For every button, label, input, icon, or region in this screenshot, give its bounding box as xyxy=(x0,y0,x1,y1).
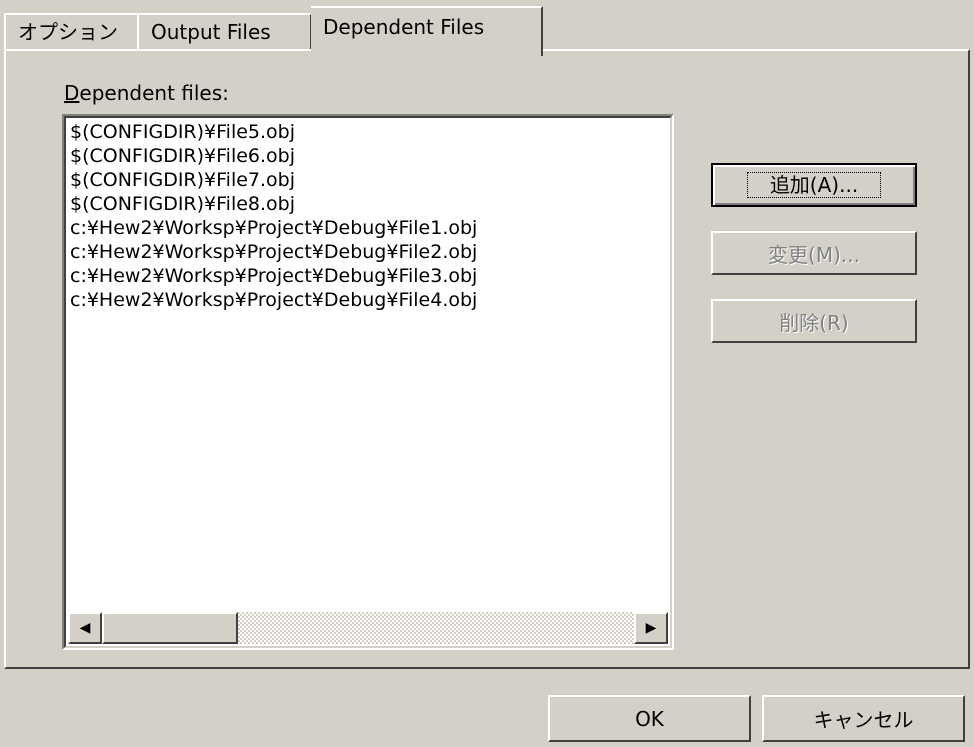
scroll-thumb[interactable] xyxy=(102,612,238,644)
dependent-files-label-text: ependent files: xyxy=(79,81,229,105)
add-button[interactable]: 追加(A)... xyxy=(711,163,917,207)
list-item[interactable]: c:¥Hew2¥Worksp¥Project¥Debug¥File2.obj xyxy=(68,240,670,264)
cancel-button[interactable]: キャンセル xyxy=(762,695,965,742)
list-item[interactable]: c:¥Hew2¥Worksp¥Project¥Debug¥File4.obj xyxy=(68,288,670,312)
dependent-files-listbox[interactable]: $(CONFIGDIR)¥File5.obj $(CONFIGDIR)¥File… xyxy=(62,114,674,650)
change-button[interactable]: 変更(M)... xyxy=(711,231,917,275)
dependent-files-panel: Dependent files: $(CONFIGDIR)¥File5.obj … xyxy=(4,49,970,669)
list-item[interactable]: $(CONFIGDIR)¥File8.obj xyxy=(68,192,670,216)
horizontal-scrollbar[interactable]: ◀ ▶ xyxy=(68,612,668,644)
list-item[interactable]: c:¥Hew2¥Worksp¥Project¥Debug¥File1.obj xyxy=(68,216,670,240)
ok-button-label: OK xyxy=(635,706,664,731)
file-list: $(CONFIGDIR)¥File5.obj $(CONFIGDIR)¥File… xyxy=(68,120,670,312)
tab-output-files-label: Output Files xyxy=(151,20,271,44)
list-item[interactable]: $(CONFIGDIR)¥File5.obj xyxy=(68,120,670,144)
tab-options[interactable]: オプション xyxy=(4,13,139,51)
dependent-files-label: Dependent files: xyxy=(64,81,229,105)
listbox-frame: $(CONFIGDIR)¥File5.obj $(CONFIGDIR)¥File… xyxy=(64,116,672,648)
tab-dependent-files[interactable]: Dependent Files xyxy=(311,6,543,56)
tab-output-files[interactable]: Output Files xyxy=(137,13,312,51)
scroll-right-button[interactable]: ▶ xyxy=(634,612,668,644)
scroll-left-button[interactable]: ◀ xyxy=(68,612,102,644)
change-button-label: 変更(M)... xyxy=(768,242,860,267)
delete-button-label: 削除(R) xyxy=(779,310,849,335)
list-item[interactable]: $(CONFIGDIR)¥File6.obj xyxy=(68,144,670,168)
add-button-label: 追加(A)... xyxy=(746,172,882,198)
list-item[interactable]: $(CONFIGDIR)¥File7.obj xyxy=(68,168,670,192)
tab-options-label: オプション xyxy=(18,20,118,44)
delete-button[interactable]: 削除(R) xyxy=(711,299,917,343)
dependent-files-label-accesskey: D xyxy=(64,81,80,105)
list-item[interactable]: c:¥Hew2¥Worksp¥Project¥Debug¥File3.obj xyxy=(68,264,670,288)
scroll-right-arrow-icon: ▶ xyxy=(645,620,657,636)
ok-button[interactable]: OK xyxy=(548,695,751,742)
scroll-left-arrow-icon: ◀ xyxy=(79,620,91,636)
tab-dependent-files-label: Dependent Files xyxy=(323,15,485,39)
cancel-button-label: キャンセル xyxy=(813,708,914,732)
